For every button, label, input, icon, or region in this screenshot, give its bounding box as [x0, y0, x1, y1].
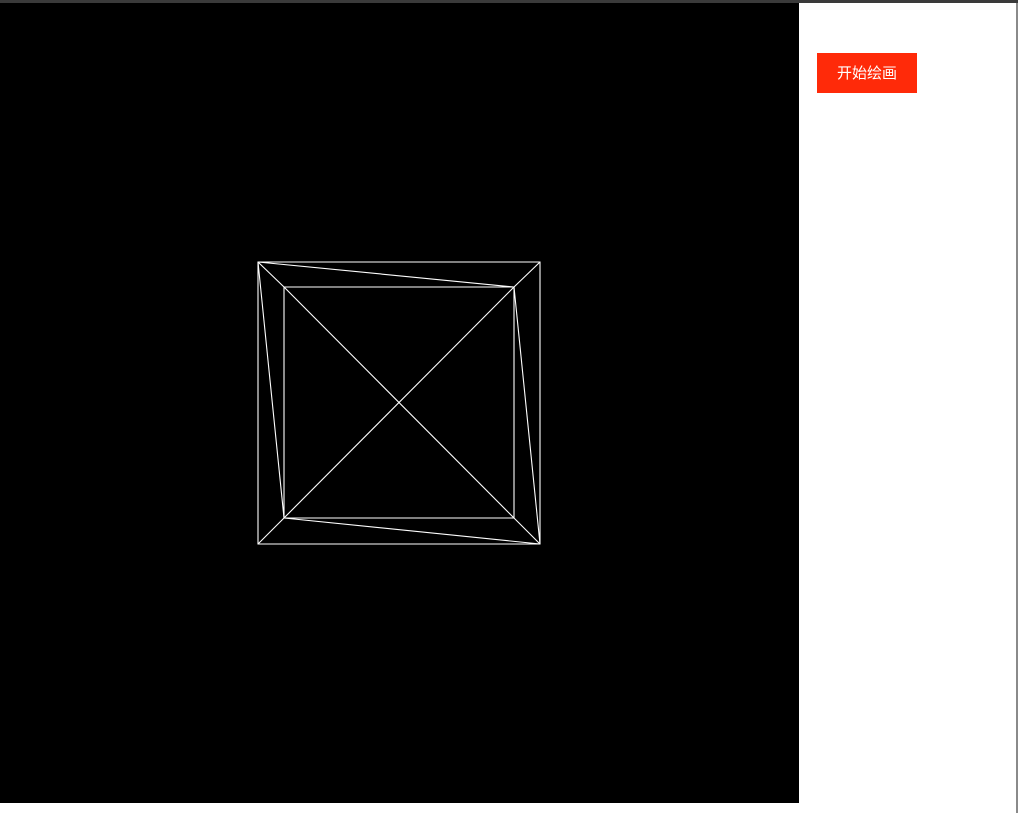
connector-bottom-right: [513, 517, 541, 545]
diagonal-right: [513, 286, 541, 545]
diagonal-bottom: [283, 517, 541, 545]
connector-top-left: [257, 261, 285, 288]
diagonal-top: [257, 261, 515, 288]
connector-bottom-left: [257, 517, 285, 545]
control-panel: 开始绘画: [799, 3, 1015, 813]
connector-top-right: [513, 261, 541, 288]
wireframe-drawing: [257, 261, 541, 545]
diagonal-left: [257, 261, 285, 519]
drawing-canvas[interactable]: [0, 3, 799, 803]
start-drawing-button[interactable]: 开始绘画: [817, 53, 917, 93]
